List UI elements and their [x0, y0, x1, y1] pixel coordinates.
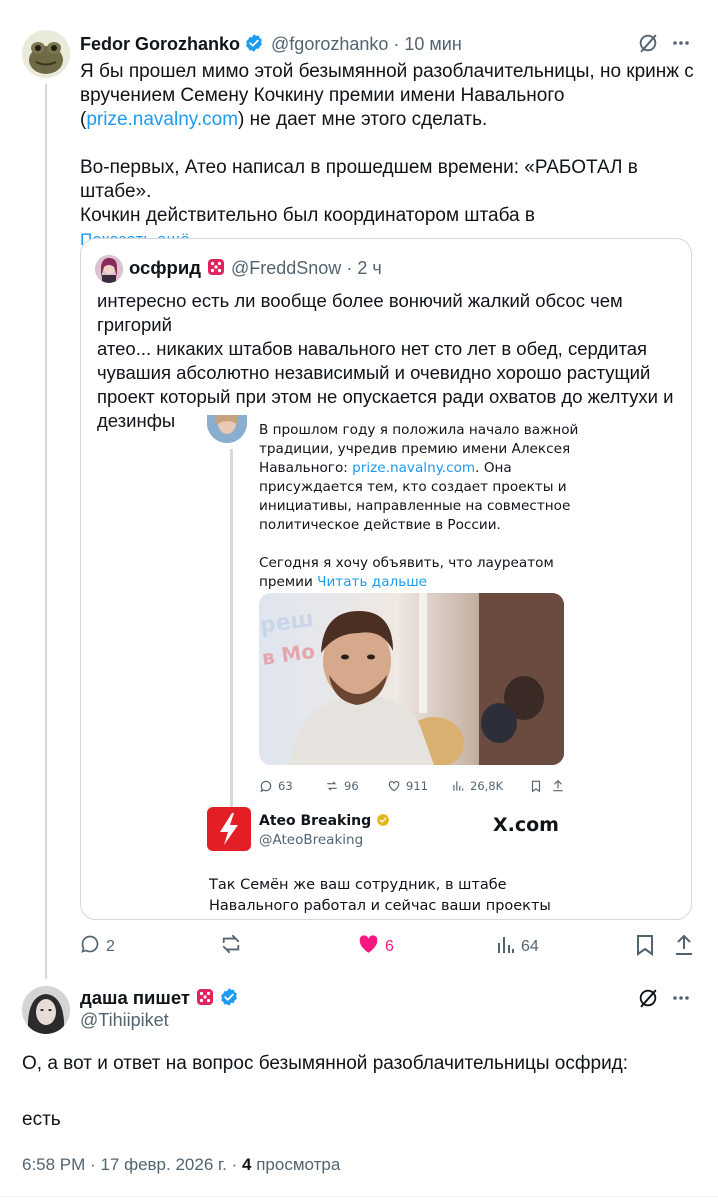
- bookmark-button[interactable]: [636, 934, 654, 961]
- dice-icon: [206, 257, 226, 284]
- grok-icon[interactable]: [637, 32, 659, 59]
- tweet-body-line: Я бы прошел мимо этой безымянной разобла…: [80, 61, 694, 82]
- card-account-handle: @AteoBreaking: [259, 832, 364, 848]
- avatar-fedor[interactable]: [22, 30, 70, 78]
- tweet-body-line: вручением Семену Кочкину премии имени На…: [80, 85, 565, 106]
- views-chart-icon: [497, 934, 515, 959]
- gold-verified-icon: [376, 813, 390, 831]
- reply-header: даша пишет: [80, 986, 241, 1013]
- divider: [0, 1196, 718, 1197]
- verified-badge-icon: [244, 33, 264, 59]
- like-button[interactable]: 6: [358, 934, 394, 959]
- prize-link[interactable]: prize.navalny.com: [86, 109, 238, 130]
- meta-time[interactable]: 6:58 PM: [22, 1155, 85, 1174]
- verified-badge-icon: [219, 987, 239, 1013]
- views-button[interactable]: 64: [497, 934, 539, 959]
- quoted-tweet-card[interactable]: осфрид @FreddSnow · 2 ч интересно есть л…: [80, 238, 692, 920]
- meta-views-count: 4: [242, 1155, 252, 1174]
- card-account-name: Ateo Breaking: [259, 813, 390, 831]
- reply-handle[interactable]: @Tihiipiket: [80, 1010, 169, 1031]
- avatar-osfrid[interactable]: [95, 255, 123, 283]
- quote-author-name[interactable]: осфрид: [129, 257, 201, 278]
- repost-button[interactable]: [220, 934, 242, 959]
- views-count: 64: [521, 937, 539, 955]
- photo-man-portrait: реш в Мо: [259, 593, 564, 765]
- quote-body: интересно есть ли вообще более вонючий ж…: [97, 289, 682, 433]
- quote-line: чувашия абсолютно независимый и очевидно…: [97, 362, 651, 383]
- quote-header: осфрид @FreddSnow · 2 ч: [129, 255, 382, 284]
- quote-time: 2 ч: [357, 258, 382, 278]
- quote-line: проект который при этом не опускается ра…: [97, 386, 674, 407]
- tweet-body: Я бы прошел мимо этой безымянной разобла…: [80, 60, 700, 252]
- reply-button[interactable]: 2: [80, 934, 115, 959]
- tweet-header: Fedor Gorozhanko @fgorozhanko · 10 мин: [80, 32, 462, 59]
- quote-attached-image[interactable]: В прошлом году я положила начало важной …: [177, 415, 597, 919]
- thread-line: [45, 84, 47, 979]
- reply-author-name[interactable]: даша пишет: [80, 987, 190, 1008]
- tweet-body-line: Во-первых, Атео написал в прошедшем врем…: [80, 157, 638, 202]
- image-thread-line: [230, 449, 233, 809]
- ateo-breaking-logo: [207, 807, 251, 851]
- bookmark-icon: [636, 934, 654, 961]
- repost-icon: [220, 934, 242, 959]
- quote-line: интересно есть ли вообще более вонючий ж…: [97, 290, 623, 335]
- avatar-dasha[interactable]: [22, 986, 70, 1034]
- author-handle[interactable]: @fgorozhanko: [271, 34, 388, 54]
- quote-line: атео... никаких штабов навального нет ст…: [97, 338, 648, 359]
- meta-date[interactable]: 17 февр. 2026 г.: [100, 1155, 226, 1174]
- tweet-meta: 6:58 PM · 17 февр. 2026 г. · 4 просмотра: [22, 1155, 341, 1174]
- heart-filled-icon: [358, 934, 379, 959]
- image-tweet-actions: 63 96 911 26,8K: [259, 779, 564, 799]
- share-icon: [674, 934, 694, 961]
- meta-views-label: просмотра: [256, 1155, 341, 1174]
- quote-handle: @FreddSnow: [230, 258, 342, 278]
- grok-icon[interactable]: [637, 987, 659, 1014]
- author-name[interactable]: Fedor Gorozhanko: [80, 34, 240, 54]
- like-count: 6: [385, 937, 394, 955]
- reply-count: 2: [106, 937, 115, 955]
- more-icon[interactable]: [671, 33, 691, 58]
- xcom-label: X.com: [493, 814, 559, 836]
- card-tweet-text: Так Семён же ваш сотрудник, в штабе Нава…: [209, 877, 551, 914]
- image-tweet-text: В прошлом году я положила начало важной …: [259, 422, 579, 590]
- image-avatar: [207, 415, 247, 443]
- tweet-body-line: Кочкин действительно был координатором ш…: [80, 205, 535, 226]
- reply-icon: [80, 934, 100, 959]
- dice-icon: [195, 987, 215, 1013]
- tweet-time[interactable]: 10 мин: [404, 34, 461, 54]
- separator-dot: ·: [393, 34, 400, 54]
- more-icon[interactable]: [671, 988, 691, 1013]
- reply-body-line2: есть: [22, 1109, 61, 1130]
- share-button[interactable]: [674, 934, 694, 961]
- reply-body: О, а вот и ответ на вопрос безымянной ра…: [22, 1053, 629, 1074]
- tweet-body-line: (prize.navalny.com) не дает мне этого сд…: [80, 109, 488, 130]
